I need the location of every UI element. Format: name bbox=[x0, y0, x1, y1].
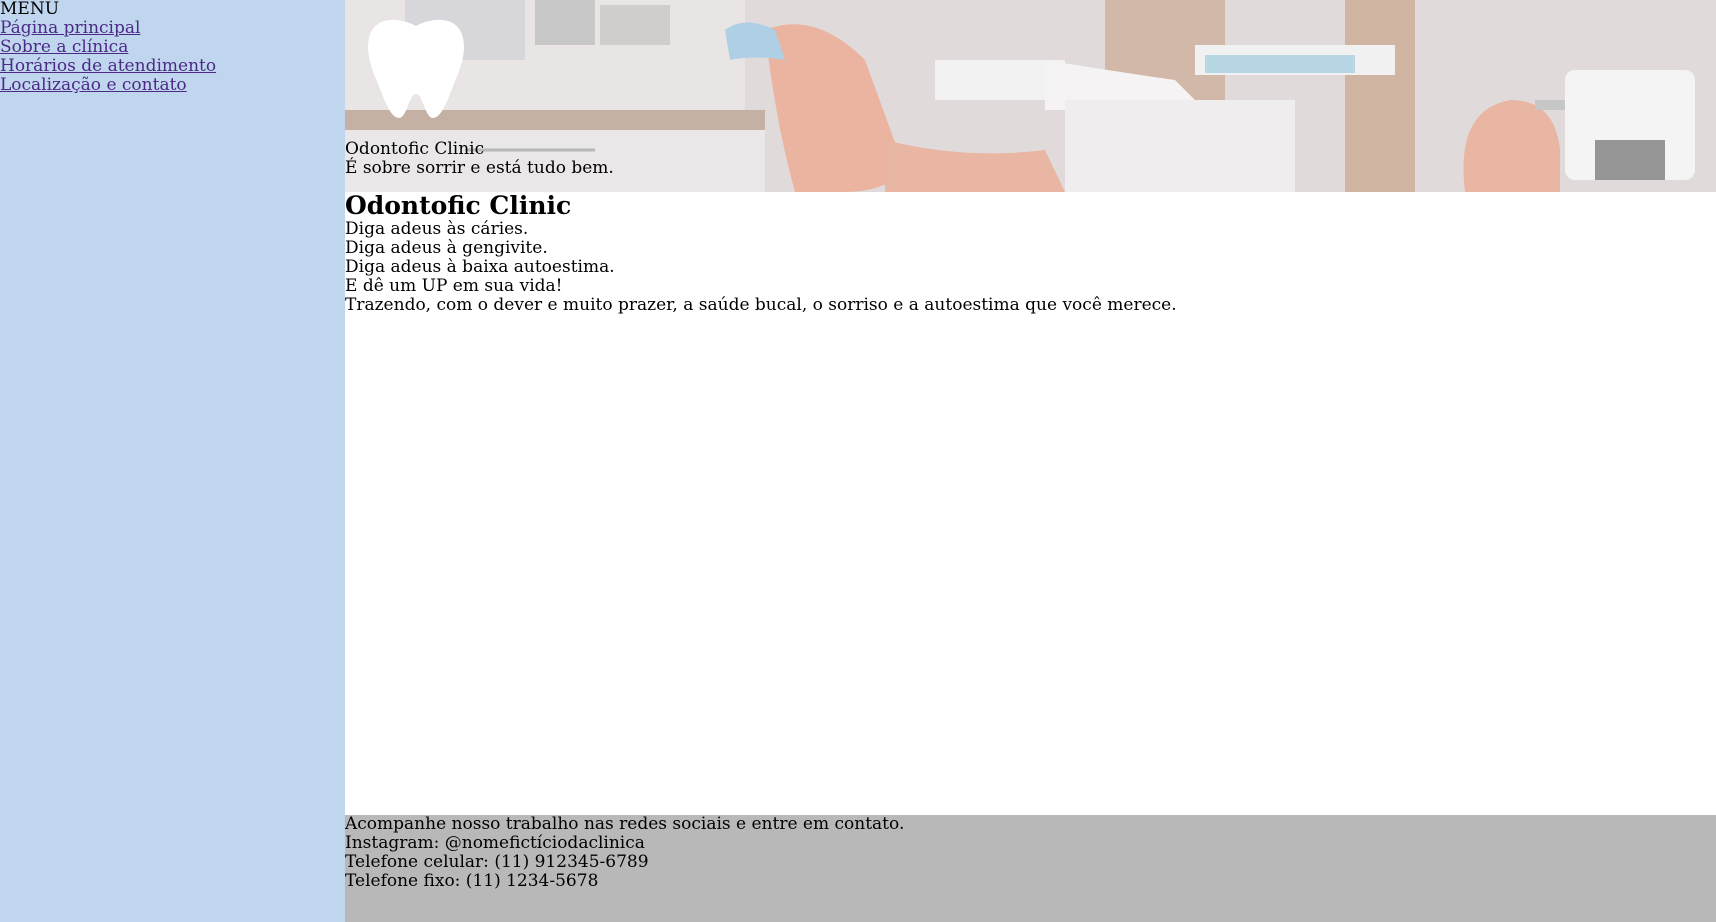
hero-text: Odontofic Clinic É sobre sorrir e está t… bbox=[345, 140, 614, 178]
tooth-icon bbox=[368, 19, 464, 119]
nav-link-location-contact[interactable]: Localização e contato bbox=[0, 76, 345, 95]
hero-tagline: É sobre sorrir e está tudo bem. bbox=[345, 158, 614, 178]
intro-line-3: Diga adeus à baixa autoestima. bbox=[345, 257, 615, 277]
intro-line-1: Diga adeus às cáries. bbox=[345, 219, 529, 239]
footer-landline-phone: Telefone fixo: (11) 1234-5678 bbox=[345, 871, 599, 891]
nav-link-home[interactable]: Página principal bbox=[0, 19, 345, 38]
hero-clinic-name: Odontofic Clinic bbox=[345, 139, 485, 159]
footer-contact: Acompanhe nosso trabalho nas redes socia… bbox=[345, 815, 1716, 922]
intro-line-5: Trazendo, com o dever e muito prazer, a … bbox=[345, 295, 1177, 315]
menu-title: MENU bbox=[0, 0, 60, 19]
sidebar-menu: MENU Página principal Sobre a clínica Ho… bbox=[0, 0, 345, 922]
footer-intro: Acompanhe nosso trabalho nas redes socia… bbox=[345, 814, 905, 834]
nav-link-about[interactable]: Sobre a clínica bbox=[0, 38, 345, 57]
page-title: Odontofic Clinic bbox=[345, 191, 572, 220]
footer-mobile-phone: Telefone celular: (11) 912345-6789 bbox=[345, 852, 649, 872]
footer-instagram: Instagram: @nomefictíciodaclinica bbox=[345, 833, 645, 853]
intro-line-2: Diga adeus à gengivite. bbox=[345, 238, 548, 258]
hero-banner: Odontofic Clinic É sobre sorrir e está t… bbox=[345, 0, 1716, 192]
nav-link-hours[interactable]: Horários de atendimento bbox=[0, 57, 345, 76]
main-content: Odontofic Clinic Diga adeus às cáries. D… bbox=[345, 192, 1716, 315]
intro-line-4: E dê um UP em sua vida! bbox=[345, 276, 563, 296]
